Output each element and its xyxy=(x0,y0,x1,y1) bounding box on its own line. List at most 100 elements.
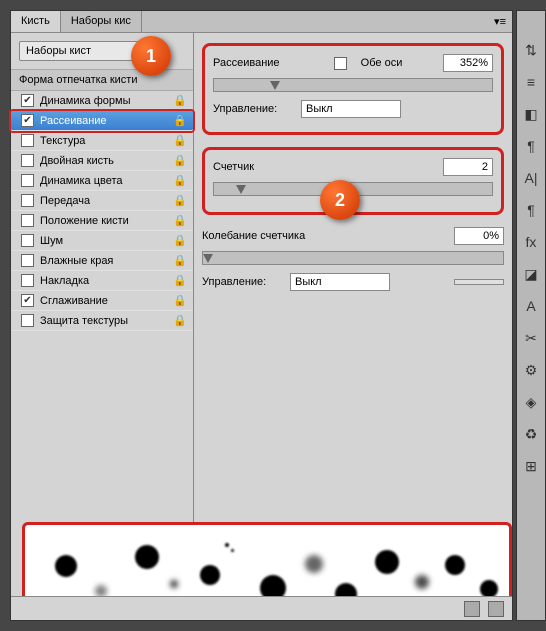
tool-icon-9[interactable]: ✂ xyxy=(522,329,540,347)
right-toolbar: ⇅ ≡ ◧ ¶ A| ¶ fx ◪ A ✂ ⚙ ◈ ♻ ⊞ xyxy=(516,10,546,621)
option-label: Шум xyxy=(40,235,63,247)
option-label: Текстура xyxy=(40,135,85,147)
preview-dot xyxy=(200,565,220,585)
tool-icon-8[interactable]: A xyxy=(522,297,540,315)
tip-shape-header[interactable]: Форма отпечатка кисти xyxy=(11,69,193,91)
count-jitter-value[interactable]: 0% xyxy=(454,227,504,245)
lock-icon[interactable]: 🔒 xyxy=(173,174,187,187)
lock-icon[interactable]: 🔒 xyxy=(173,194,187,207)
option-label: Двойная кисть xyxy=(40,155,114,167)
tab-bar: Кисть Наборы кис ▾≡ xyxy=(11,11,512,33)
brush-panel: Кисть Наборы кис ▾≡ Наборы кист Форма от… xyxy=(10,10,513,621)
preview-dot xyxy=(375,550,399,574)
preview-dot xyxy=(135,545,159,569)
scatter-slider[interactable] xyxy=(213,78,493,92)
preview-dot xyxy=(445,555,465,575)
scatter-value[interactable]: 352% xyxy=(443,54,493,72)
tool-icon-0[interactable]: ⇅ xyxy=(522,41,540,59)
option-checkbox[interactable] xyxy=(21,94,34,107)
option-6[interactable]: Положение кисти 🔒 xyxy=(11,211,193,231)
lock-icon[interactable]: 🔒 xyxy=(173,134,187,147)
option-10[interactable]: Сглаживание 🔒 xyxy=(11,291,193,311)
preview-dot xyxy=(231,549,234,552)
preview-dot xyxy=(170,580,178,588)
tool-icon-3[interactable]: ¶ xyxy=(522,137,540,155)
lock-icon[interactable]: 🔒 xyxy=(173,154,187,167)
option-checkbox[interactable] xyxy=(21,114,34,127)
option-9[interactable]: Накладка 🔒 xyxy=(11,271,193,291)
tool-icon-1[interactable]: ≡ xyxy=(522,73,540,91)
option-4[interactable]: Динамика цвета 🔒 xyxy=(11,171,193,191)
option-checkbox[interactable] xyxy=(21,294,34,307)
option-checkbox[interactable] xyxy=(21,274,34,287)
count-label: Счетчик xyxy=(213,161,293,173)
option-checkbox[interactable] xyxy=(21,174,34,187)
lock-icon[interactable]: 🔒 xyxy=(173,274,187,287)
option-label: Рассеивание xyxy=(40,115,107,127)
option-checkbox[interactable] xyxy=(21,314,34,327)
both-axes-checkbox[interactable] xyxy=(334,57,347,70)
option-11[interactable]: Защита текстуры 🔒 xyxy=(11,311,193,331)
count-jitter-slider[interactable] xyxy=(202,251,504,265)
tab-brush[interactable]: Кисть xyxy=(11,11,61,32)
preview-dot xyxy=(55,555,77,577)
lock-icon[interactable]: 🔒 xyxy=(173,314,187,327)
tool-icon-5[interactable]: ¶ xyxy=(522,201,540,219)
option-label: Положение кисти xyxy=(40,215,129,227)
option-7[interactable]: Шум 🔒 xyxy=(11,231,193,251)
option-checkbox[interactable] xyxy=(21,194,34,207)
option-checkbox[interactable] xyxy=(21,214,34,227)
new-preset-icon[interactable] xyxy=(464,601,480,617)
tool-icon-13[interactable]: ⊞ xyxy=(522,457,540,475)
tool-icon-12[interactable]: ♻ xyxy=(522,425,540,443)
tool-icon-4[interactable]: A| xyxy=(522,169,540,187)
tool-icon-10[interactable]: ⚙ xyxy=(522,361,540,379)
option-0[interactable]: Динамика формы 🔒 xyxy=(11,91,193,111)
option-8[interactable]: Влажные края 🔒 xyxy=(11,251,193,271)
option-label: Сглаживание xyxy=(40,295,108,307)
option-checkbox[interactable] xyxy=(21,154,34,167)
option-checkbox[interactable] xyxy=(21,134,34,147)
preview-dot xyxy=(305,555,323,573)
scatter-control-label: Управление: xyxy=(213,103,293,115)
count-control-label: Управление: xyxy=(202,276,282,288)
option-label: Динамика цвета xyxy=(40,175,123,187)
preview-dot xyxy=(225,543,229,547)
callout-1: 1 xyxy=(131,36,171,76)
option-5[interactable]: Передача 🔒 xyxy=(11,191,193,211)
panel-footer xyxy=(11,596,512,620)
count-control-select[interactable]: Выкл xyxy=(290,273,390,291)
trash-icon[interactable] xyxy=(488,601,504,617)
option-label: Передача xyxy=(40,195,90,207)
tool-icon-11[interactable]: ◈ xyxy=(522,393,540,411)
option-label: Динамика формы xyxy=(40,95,130,107)
count-value[interactable]: 2 xyxy=(443,158,493,176)
option-1[interactable]: Рассеивание 🔒 xyxy=(11,111,193,131)
lock-icon[interactable]: 🔒 xyxy=(173,294,187,307)
option-2[interactable]: Текстура 🔒 xyxy=(11,131,193,151)
brush-presets-button[interactable]: Наборы кист xyxy=(19,41,149,61)
scatter-control-select[interactable]: Выкл xyxy=(301,100,401,118)
option-label: Защита текстуры xyxy=(40,315,128,327)
option-label: Влажные края xyxy=(40,255,113,267)
option-3[interactable]: Двойная кисть 🔒 xyxy=(11,151,193,171)
lock-icon[interactable]: 🔒 xyxy=(173,234,187,247)
lock-icon[interactable]: 🔒 xyxy=(173,94,187,107)
lock-icon[interactable]: 🔒 xyxy=(173,214,187,227)
lock-icon[interactable]: 🔒 xyxy=(173,254,187,267)
scatter-label: Рассеивание xyxy=(213,57,293,69)
panel-menu-icon[interactable]: ▾≡ xyxy=(488,11,512,32)
tool-icon-6[interactable]: fx xyxy=(522,233,540,251)
option-label: Накладка xyxy=(40,275,89,287)
count-control-extra xyxy=(454,279,504,285)
tool-icon-2[interactable]: ◧ xyxy=(522,105,540,123)
option-checkbox[interactable] xyxy=(21,254,34,267)
tab-presets[interactable]: Наборы кис xyxy=(61,11,142,32)
preview-dot xyxy=(415,575,429,589)
option-checkbox[interactable] xyxy=(21,234,34,247)
tool-icon-7[interactable]: ◪ xyxy=(522,265,540,283)
callout-2: 2 xyxy=(320,180,360,220)
count-jitter-area: Колебание счетчика 0% Управление: Выкл xyxy=(202,227,504,291)
scatter-group: Рассеивание Обе оси 352% Управление: Вык… xyxy=(202,43,504,135)
lock-icon[interactable]: 🔒 xyxy=(173,114,187,127)
